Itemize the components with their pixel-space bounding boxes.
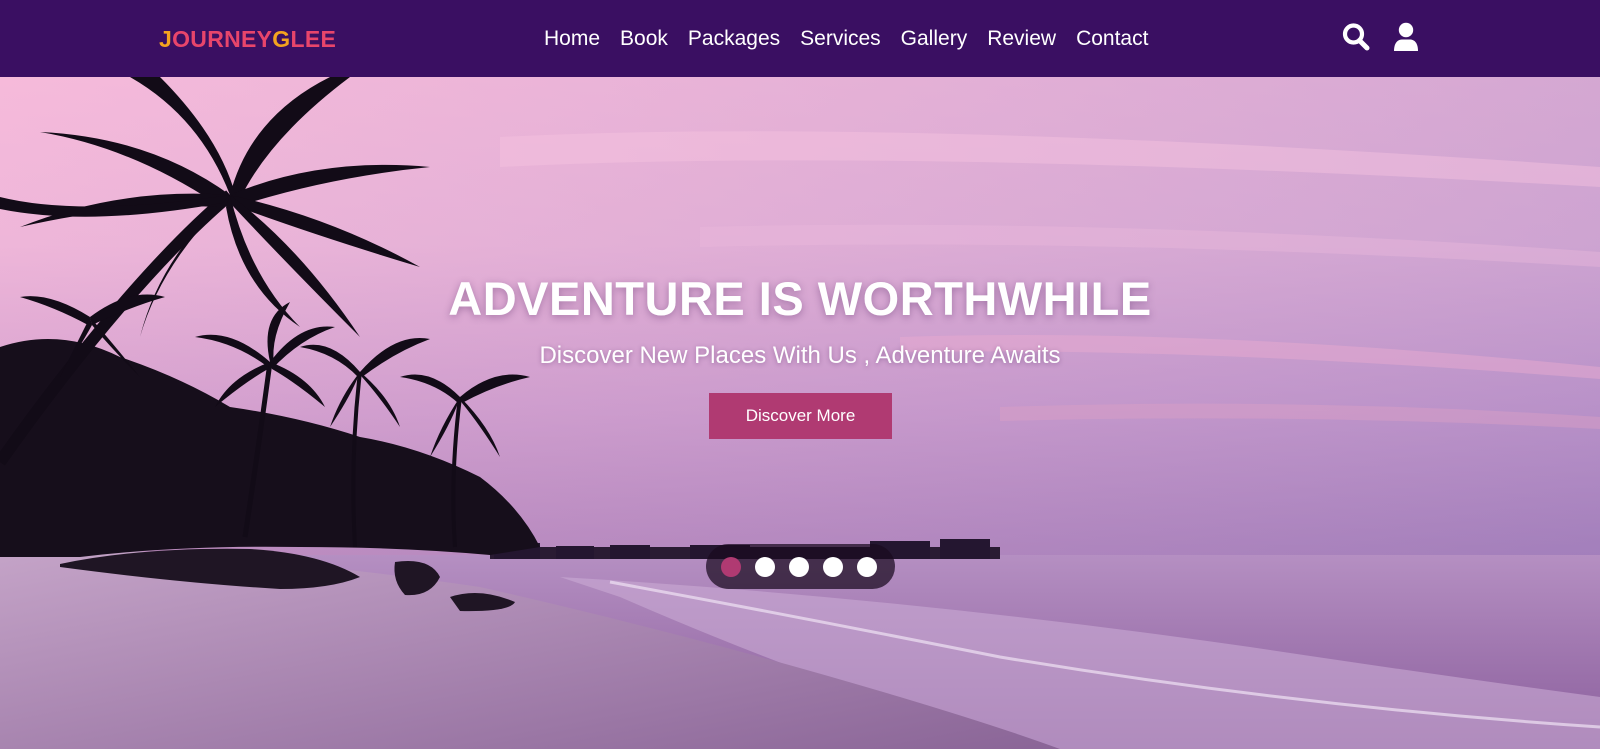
navbar: JOURNEYGLEE Home Book Packages Services … — [0, 0, 1600, 77]
user-icon[interactable] — [1392, 22, 1420, 52]
nav-link-contact[interactable]: Contact — [1076, 24, 1148, 54]
nav-link-home[interactable]: Home — [544, 24, 600, 54]
carousel-dot-3[interactable] — [789, 556, 809, 577]
logo-letter-j: J — [159, 26, 173, 52]
nav-link-services[interactable]: Services — [800, 24, 881, 54]
main-nav: Home Book Packages Services Gallery Revi… — [544, 24, 1168, 54]
carousel-dot-4[interactable] — [823, 556, 843, 577]
hero-title: ADVENTURE IS WORTHWHILE — [448, 272, 1152, 325]
hero-section: ADVENTURE IS WORTHWHILE Discover New Pla… — [0, 77, 1600, 749]
discover-more-button[interactable]: Discover More — [709, 393, 892, 439]
nav-link-packages[interactable]: Packages — [688, 24, 780, 54]
carousel-pagination — [706, 544, 895, 589]
search-icon[interactable] — [1342, 22, 1370, 52]
nav-icons — [1342, 22, 1420, 52]
logo-text-lee: LEE — [290, 26, 337, 52]
carousel-dot-2[interactable] — [755, 556, 775, 577]
carousel-dot-5[interactable] — [857, 556, 877, 577]
nav-link-gallery[interactable]: Gallery — [901, 24, 968, 54]
carousel-dot-1[interactable] — [721, 556, 741, 577]
nav-link-review[interactable]: Review — [987, 24, 1056, 54]
brand-logo[interactable]: JOURNEYGLEE — [159, 24, 336, 54]
logo-letter-g: G — [272, 26, 291, 52]
logo-text-ourney: OURNEY — [172, 26, 273, 52]
hero-subtitle: Discover New Places With Us , Adventure … — [539, 342, 1061, 369]
nav-link-book[interactable]: Book — [620, 24, 668, 54]
